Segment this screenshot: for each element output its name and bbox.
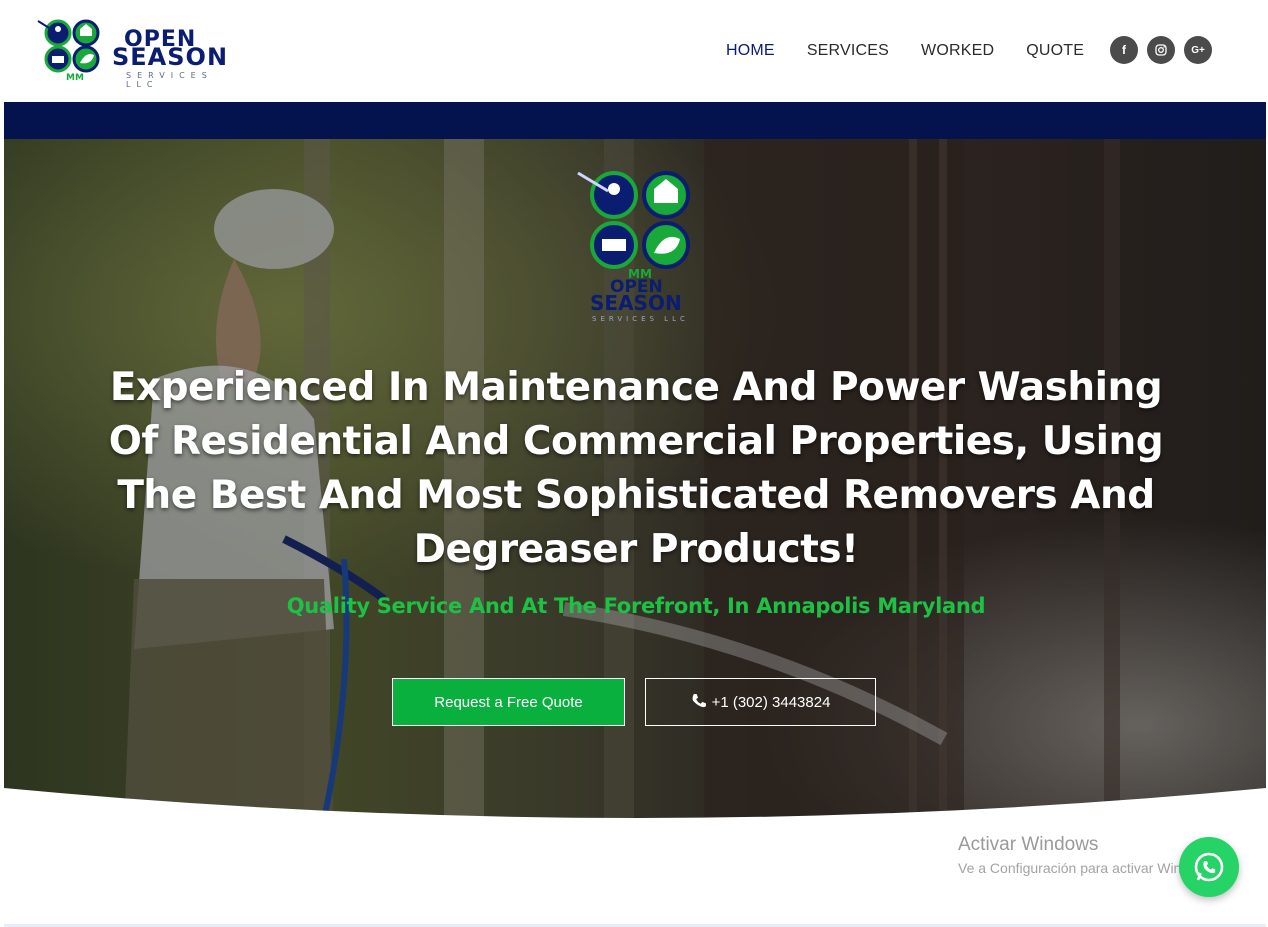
hero-logo-season: SEASON xyxy=(590,291,682,315)
hero-logo-services: SERVICES LLC xyxy=(592,315,689,323)
phone-button[interactable]: +1 (302) 3443824 xyxy=(645,678,876,726)
request-quote-label: Request a Free Quote xyxy=(434,693,583,711)
hero-bottom-curve xyxy=(4,788,1266,830)
nav-item-worked[interactable]: WORKED xyxy=(921,42,994,60)
nav-item-services[interactable]: SERVICES xyxy=(807,42,889,60)
whatsapp-button[interactable] xyxy=(1179,837,1239,897)
whatsapp-icon xyxy=(1194,852,1224,882)
phone-icon xyxy=(691,693,706,712)
site-logo[interactable]: OPEN SEASON SERVICES LLC MM xyxy=(36,19,240,89)
windows-activation-title: Activar Windows xyxy=(958,834,1099,855)
logo-wordmark: OPEN SEASON SERVICES LLC xyxy=(106,29,246,90)
phone-number: +1 (302) 3443824 xyxy=(711,693,831,711)
logo-badge-mm: MM xyxy=(66,73,84,83)
main-nav: HOME SERVICES WORKED QUOTE xyxy=(726,42,1116,60)
nav-item-home[interactable]: HOME xyxy=(726,42,775,60)
facebook-icon[interactable]: f xyxy=(1110,36,1138,64)
hero-section: MM OPEN SEASON SERVICES LLC Experienced … xyxy=(4,139,1266,829)
page: OPEN SEASON SERVICES LLC MM HOME SERVICE… xyxy=(0,0,1268,927)
instagram-glyph-icon xyxy=(1155,44,1167,56)
hero-headline: Experienced In Maintenance And Power Was… xyxy=(108,365,1164,572)
site-header: OPEN SEASON SERVICES LLC MM HOME SERVICE… xyxy=(4,2,1266,102)
navy-band xyxy=(4,102,1266,139)
google-plus-icon[interactable]: G+ xyxy=(1184,36,1212,64)
hero-logo: MM OPEN SEASON SERVICES LLC xyxy=(574,169,704,329)
request-quote-button[interactable]: Request a Free Quote xyxy=(392,678,625,726)
social-links: f G+ xyxy=(1110,36,1221,64)
nav-item-quote[interactable]: QUOTE xyxy=(1026,42,1084,60)
logo-text-season: SEASON xyxy=(112,43,229,71)
instagram-icon[interactable] xyxy=(1147,36,1175,64)
hero-subline: Quality Service And At The Forefront, In… xyxy=(286,594,986,618)
window-left-edge xyxy=(0,0,4,927)
logo-text-services: SERVICES LLC xyxy=(126,71,213,89)
